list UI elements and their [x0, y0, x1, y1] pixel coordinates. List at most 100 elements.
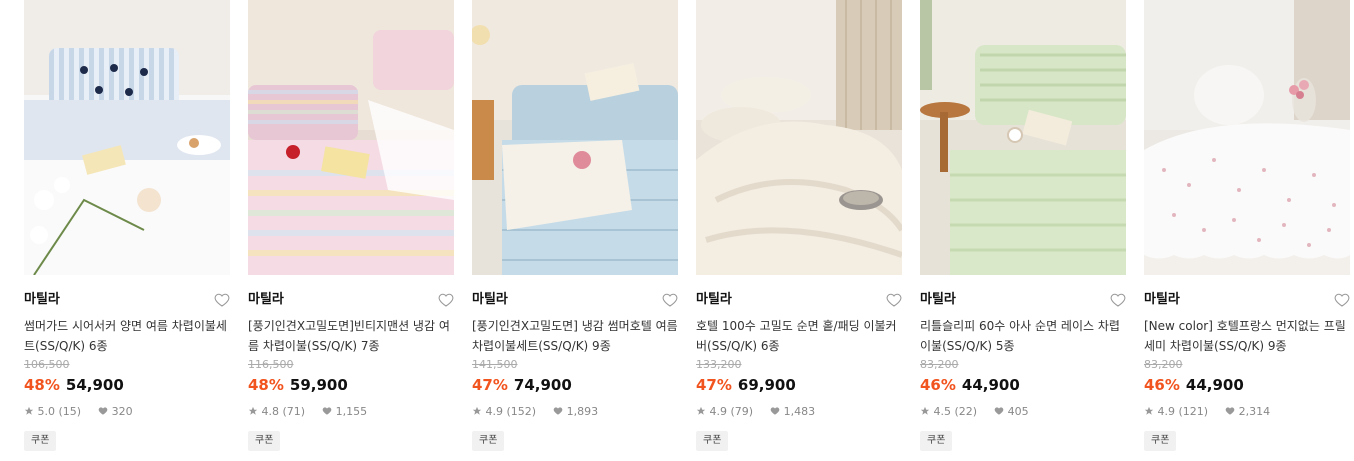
product-title[interactable]: 리틀슬리피 60수 아사 순면 레이스 차렵이불(SS/Q/K) 5종 — [920, 316, 1126, 356]
discount-rate: 48% — [24, 376, 60, 394]
brand-row: 마틸라 — [920, 291, 1128, 309]
wishlist-heart-icon[interactable] — [214, 292, 230, 308]
sale-price: 69,900 — [737, 376, 796, 394]
discount-rate: 46% — [920, 376, 956, 394]
original-price: 83,200 — [1144, 358, 1183, 371]
likes-count: 1,155 — [335, 405, 368, 418]
sale-price: 74,900 — [513, 376, 572, 394]
review-count: (15) — [58, 405, 82, 418]
brand-row: 마틸라 — [1144, 291, 1352, 309]
sale-price: 54,900 — [65, 376, 124, 394]
product-image[interactable] — [472, 0, 678, 275]
review-count: (22) — [954, 405, 978, 418]
product-card[interactable]: 마틸라 썸머가드 시어서커 양면 여름 차렵이불세트(SS/Q/K) 6종 10… — [24, 0, 232, 461]
likes-count: 1,893 — [566, 405, 599, 418]
review-stats: 4.5 (22) 405 — [920, 405, 1029, 420]
likes-count: 405 — [1007, 405, 1029, 418]
review-stats: 5.0 (15) 320 — [24, 405, 133, 420]
likes-count: 320 — [111, 405, 133, 418]
star-icon — [696, 406, 706, 420]
review-stats: 4.8 (71) 1,155 — [248, 405, 367, 420]
coupon-badge: 쿠폰 — [24, 431, 57, 451]
price-row: 48% 54,900 — [24, 375, 124, 395]
review-count: (121) — [1178, 405, 1209, 418]
discount-rate: 47% — [472, 376, 508, 394]
rating-value: 4.5 — [933, 405, 952, 418]
price-row: 46% 44,900 — [920, 375, 1020, 395]
product-card[interactable]: 마틸라 [풍기인견X고밀도면] 냉감 썸머호텔 여름 차렵이불세트(SS/Q/K… — [472, 0, 680, 461]
star-icon — [920, 406, 930, 420]
rating-value: 4.9 — [709, 405, 728, 418]
price-row: 48% 59,900 — [248, 375, 348, 395]
wishlist-heart-icon[interactable] — [1334, 292, 1350, 308]
sale-price: 59,900 — [289, 376, 348, 394]
star-icon — [248, 406, 258, 420]
star-icon — [472, 406, 482, 420]
original-price: 116,500 — [248, 358, 294, 371]
product-title[interactable]: [풍기인견X고밀도면]빈티지맨션 냉감 여름 차렵이불(SS/Q/K) 7종 — [248, 316, 454, 356]
product-card[interactable]: 마틸라 호텔 100수 고밀도 순면 홑/패딩 이불커버(SS/Q/K) 6종 … — [696, 0, 904, 461]
product-card[interactable]: 마틸라 [New color] 호텔프랑스 먼지없는 프릴 세미 차렵이불(SS… — [1144, 0, 1352, 461]
coupon-badge: 쿠폰 — [472, 431, 505, 451]
discount-rate: 46% — [1144, 376, 1180, 394]
likes-heart-icon — [770, 406, 780, 420]
brand-name[interactable]: 마틸라 — [24, 291, 60, 309]
brand-name[interactable]: 마틸라 — [1144, 291, 1180, 309]
sale-price: 44,900 — [961, 376, 1020, 394]
likes-heart-icon — [553, 406, 563, 420]
likes-count: 2,314 — [1238, 405, 1271, 418]
brand-row: 마틸라 — [24, 291, 232, 309]
review-stats: 4.9 (152) 1,893 — [472, 405, 598, 420]
review-count: (152) — [506, 405, 537, 418]
price-row: 46% 44,900 — [1144, 375, 1244, 395]
product-title[interactable]: 호텔 100수 고밀도 순면 홑/패딩 이불커버(SS/Q/K) 6종 — [696, 316, 902, 356]
price-row: 47% 69,900 — [696, 375, 796, 395]
wishlist-heart-icon[interactable] — [886, 292, 902, 308]
original-price: 106,500 — [24, 358, 70, 371]
coupon-badge: 쿠폰 — [696, 431, 729, 451]
product-image[interactable] — [24, 0, 230, 275]
brand-name[interactable]: 마틸라 — [920, 291, 956, 309]
product-image[interactable] — [920, 0, 1126, 275]
likes-heart-icon — [1225, 406, 1235, 420]
review-count: (79) — [730, 405, 754, 418]
star-icon — [1144, 406, 1154, 420]
original-price: 83,200 — [920, 358, 959, 371]
wishlist-heart-icon[interactable] — [662, 292, 678, 308]
brand-name[interactable]: 마틸라 — [696, 291, 732, 309]
rating-value: 4.9 — [485, 405, 504, 418]
coupon-badge: 쿠폰 — [920, 431, 953, 451]
original-price: 141,500 — [472, 358, 518, 371]
wishlist-heart-icon[interactable] — [1110, 292, 1126, 308]
price-row: 47% 74,900 — [472, 375, 572, 395]
brand-name[interactable]: 마틸라 — [472, 291, 508, 309]
review-stats: 4.9 (79) 1,483 — [696, 405, 815, 420]
product-image[interactable] — [248, 0, 454, 275]
likes-count: 1,483 — [783, 405, 816, 418]
product-image[interactable] — [1144, 0, 1350, 275]
review-count: (71) — [282, 405, 306, 418]
likes-heart-icon — [994, 406, 1004, 420]
brand-name[interactable]: 마틸라 — [248, 291, 284, 309]
product-title[interactable]: [New color] 호텔프랑스 먼지없는 프릴 세미 차렵이불(SS/Q/K… — [1144, 316, 1350, 356]
rating-value: 5.0 — [37, 405, 56, 418]
brand-row: 마틸라 — [248, 291, 456, 309]
original-price: 133,200 — [696, 358, 742, 371]
discount-rate: 48% — [248, 376, 284, 394]
discount-rate: 47% — [696, 376, 732, 394]
brand-row: 마틸라 — [696, 291, 904, 309]
rating-value: 4.8 — [261, 405, 280, 418]
review-stats: 4.9 (121) 2,314 — [1144, 405, 1270, 420]
wishlist-heart-icon[interactable] — [438, 292, 454, 308]
brand-row: 마틸라 — [472, 291, 680, 309]
likes-heart-icon — [98, 406, 108, 420]
coupon-badge: 쿠폰 — [1144, 431, 1177, 451]
likes-heart-icon — [322, 406, 332, 420]
product-grid: 마틸라 썸머가드 시어서커 양면 여름 차렵이불세트(SS/Q/K) 6종 10… — [0, 0, 1354, 461]
product-title[interactable]: [풍기인견X고밀도면] 냉감 썸머호텔 여름 차렵이불세트(SS/Q/K) 9종 — [472, 316, 678, 356]
product-image[interactable] — [696, 0, 902, 275]
product-card[interactable]: 마틸라 리틀슬리피 60수 아사 순면 레이스 차렵이불(SS/Q/K) 5종 … — [920, 0, 1128, 461]
coupon-badge: 쿠폰 — [248, 431, 281, 451]
product-title[interactable]: 썸머가드 시어서커 양면 여름 차렵이불세트(SS/Q/K) 6종 — [24, 316, 230, 356]
product-card[interactable]: 마틸라 [풍기인견X고밀도면]빈티지맨션 냉감 여름 차렵이불(SS/Q/K) … — [248, 0, 456, 461]
